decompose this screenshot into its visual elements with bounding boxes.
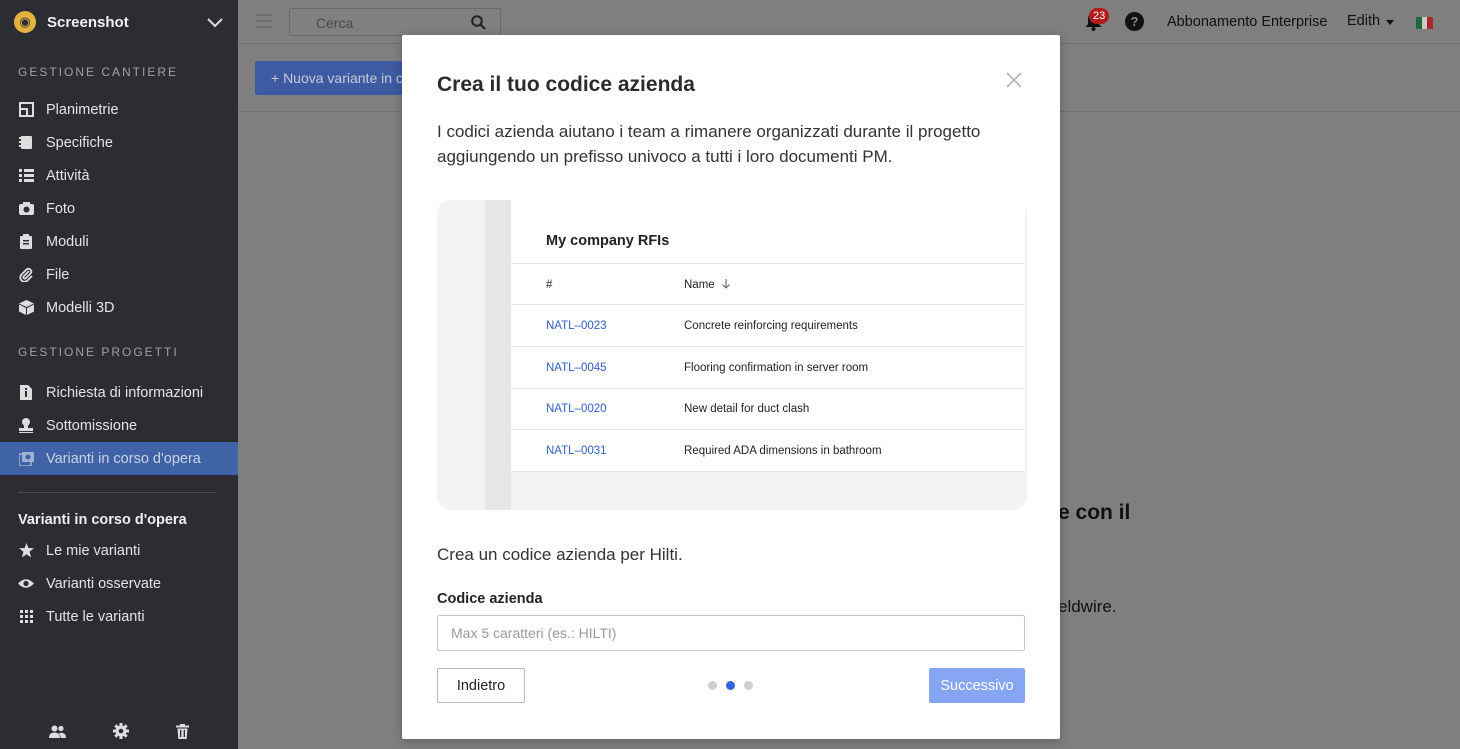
preview-row-code: NATL–0020 — [546, 403, 607, 415]
sidebar-item-photos[interactable]: Foto — [0, 192, 238, 225]
preview-row-name: Flooring confirmation in server room — [684, 362, 869, 374]
floorplan-icon — [18, 102, 34, 118]
sidebar-item-floorplans[interactable]: Planimetrie — [0, 93, 238, 126]
project-switcher[interactable]: ◉ Screenshot — [0, 0, 238, 44]
paperclip-icon — [18, 267, 34, 283]
step-indicator — [708, 681, 753, 690]
sidebar-item-label: Specifiche — [46, 134, 113, 151]
background-heading-fragment: e con il — [1058, 501, 1131, 524]
chevron-down-icon[interactable] — [206, 13, 224, 31]
project-name: Screenshot — [47, 13, 129, 31]
preview-row: NATL–0023 Concrete reinforcing requireme… — [511, 305, 1025, 346]
trash-icon[interactable] — [175, 723, 189, 739]
notification-badge[interactable]: 23 — [1089, 8, 1110, 24]
sidebar-item-label: Varianti osservate — [46, 575, 161, 592]
search-box[interactable]: Cerca — [289, 8, 501, 36]
sidebar-item-label: Modelli 3D — [46, 299, 115, 316]
preview-sidebar — [485, 200, 511, 510]
eye-icon — [18, 576, 34, 592]
preview-card: My company RFIs # Name NATL–0023 Concret… — [511, 200, 1025, 472]
italian-flag-icon[interactable] — [1416, 17, 1434, 29]
rfi-preview-illustration: My company RFIs # Name NATL–0023 Concret… — [437, 200, 1027, 510]
sidebar: ◉ Screenshot GESTIONE CANTIERE Planimetr… — [0, 0, 238, 749]
clipboard-icon — [18, 234, 34, 250]
preview-row-code: NATL–0023 — [546, 320, 607, 332]
dialog-title: Crea il tuo codice azienda — [437, 73, 695, 96]
sidebar-item-all-change-orders[interactable]: Tutte le varianti — [0, 600, 238, 633]
cube-icon — [18, 300, 34, 316]
preview-col-number: # — [546, 279, 553, 291]
preview-title: My company RFIs — [546, 233, 670, 249]
search-input[interactable]: Cerca — [316, 15, 353, 31]
preview-row-name: New detail for duct clash — [684, 403, 810, 415]
preview-header-row: # Name — [511, 264, 1025, 305]
next-button[interactable]: Successivo — [929, 668, 1025, 703]
background-text-fragment: eldwire. — [1058, 597, 1117, 616]
help-icon[interactable]: ? — [1125, 12, 1144, 31]
list-icon — [18, 168, 34, 184]
close-icon[interactable] — [1006, 72, 1022, 88]
submenu-title: Varianti in corso d'opera — [18, 512, 187, 528]
stamp-icon — [18, 418, 34, 434]
company-code-label: Codice azienda — [437, 591, 543, 607]
sidebar-item-3d-models[interactable]: Modelli 3D — [0, 291, 238, 324]
grid-icon — [18, 609, 34, 625]
change-order-icon — [18, 451, 34, 467]
sidebar-item-label: Moduli — [46, 233, 89, 250]
sidebar-item-label: Varianti in corso d'opera — [46, 450, 201, 467]
sidebar-item-change-orders[interactable]: Varianti in corso d'opera — [0, 442, 238, 475]
section-title-site: GESTIONE CANTIERE — [18, 65, 179, 79]
search-icon[interactable] — [471, 15, 486, 30]
sidebar-item-label: Sottomissione — [46, 417, 138, 434]
sidebar-item-watched-change-orders[interactable]: Varianti osservate — [0, 567, 238, 600]
section-title-projects: GESTIONE PROGETTI — [18, 345, 179, 359]
sidebar-item-files[interactable]: File — [0, 258, 238, 291]
dialog-prompt: Crea un codice azienda per Hilti. — [437, 545, 683, 564]
team-icon[interactable] — [49, 725, 67, 738]
sidebar-item-specs[interactable]: Specifiche — [0, 126, 238, 159]
sidebar-item-label: Planimetrie — [46, 101, 119, 118]
preview-row-name: Required ADA dimensions in bathroom — [684, 445, 882, 457]
sidebar-item-label: Richiesta di informazioni — [46, 384, 204, 401]
subscription-label[interactable]: Abbonamento Enterprise — [1167, 14, 1327, 30]
dialog-description: I codici azienda aiutano i team a rimane… — [437, 122, 981, 166]
sidebar-item-my-change-orders[interactable]: Le mie varianti — [0, 534, 238, 567]
company-code-dialog: Crea il tuo codice azienda I codici azie… — [402, 35, 1060, 739]
user-menu[interactable]: Edith — [1347, 13, 1380, 29]
step-dot-active — [726, 681, 735, 690]
sidebar-item-label: Attività — [46, 167, 90, 184]
preview-col-name: Name — [684, 279, 731, 291]
back-button[interactable]: Indietro — [437, 668, 525, 703]
book-icon — [18, 135, 34, 151]
preview-row: NATL–0031 Required ADA dimensions in bat… — [511, 430, 1025, 471]
arrow-down-icon — [722, 279, 730, 289]
gear-icon[interactable] — [112, 723, 129, 739]
sidebar-item-label: Le mie varianti — [46, 542, 141, 559]
preview-row-code: NATL–0031 — [546, 445, 607, 457]
project-logo-icon: ◉ — [14, 11, 36, 33]
company-code-input[interactable] — [437, 615, 1025, 651]
preview-row: NATL–0020 New detail for duct clash — [511, 388, 1025, 429]
sidebar-item-submittals[interactable]: Sottomissione — [0, 409, 238, 442]
caret-down-icon[interactable] — [1386, 20, 1394, 25]
sidebar-item-forms[interactable]: Moduli — [0, 225, 238, 258]
sidebar-item-tasks[interactable]: Attività — [0, 159, 238, 192]
step-dot — [744, 681, 753, 690]
sidebar-footer — [0, 713, 238, 749]
preview-row-code: NATL–0045 — [546, 362, 607, 374]
camera-icon — [18, 201, 34, 217]
hamburger-menu-icon[interactable] — [256, 14, 272, 28]
info-doc-icon — [18, 385, 34, 401]
step-dot — [708, 681, 717, 690]
sidebar-item-label: File — [46, 266, 70, 283]
sidebar-item-rfi[interactable]: Richiesta di informazioni — [0, 376, 238, 409]
star-icon — [18, 543, 34, 559]
sidebar-item-label: Foto — [46, 200, 76, 217]
preview-row-name: Concrete reinforcing requirements — [684, 320, 858, 332]
sidebar-item-label: Tutte le varianti — [46, 608, 145, 625]
preview-row: NATL–0045 Flooring confirmation in serve… — [511, 347, 1025, 388]
